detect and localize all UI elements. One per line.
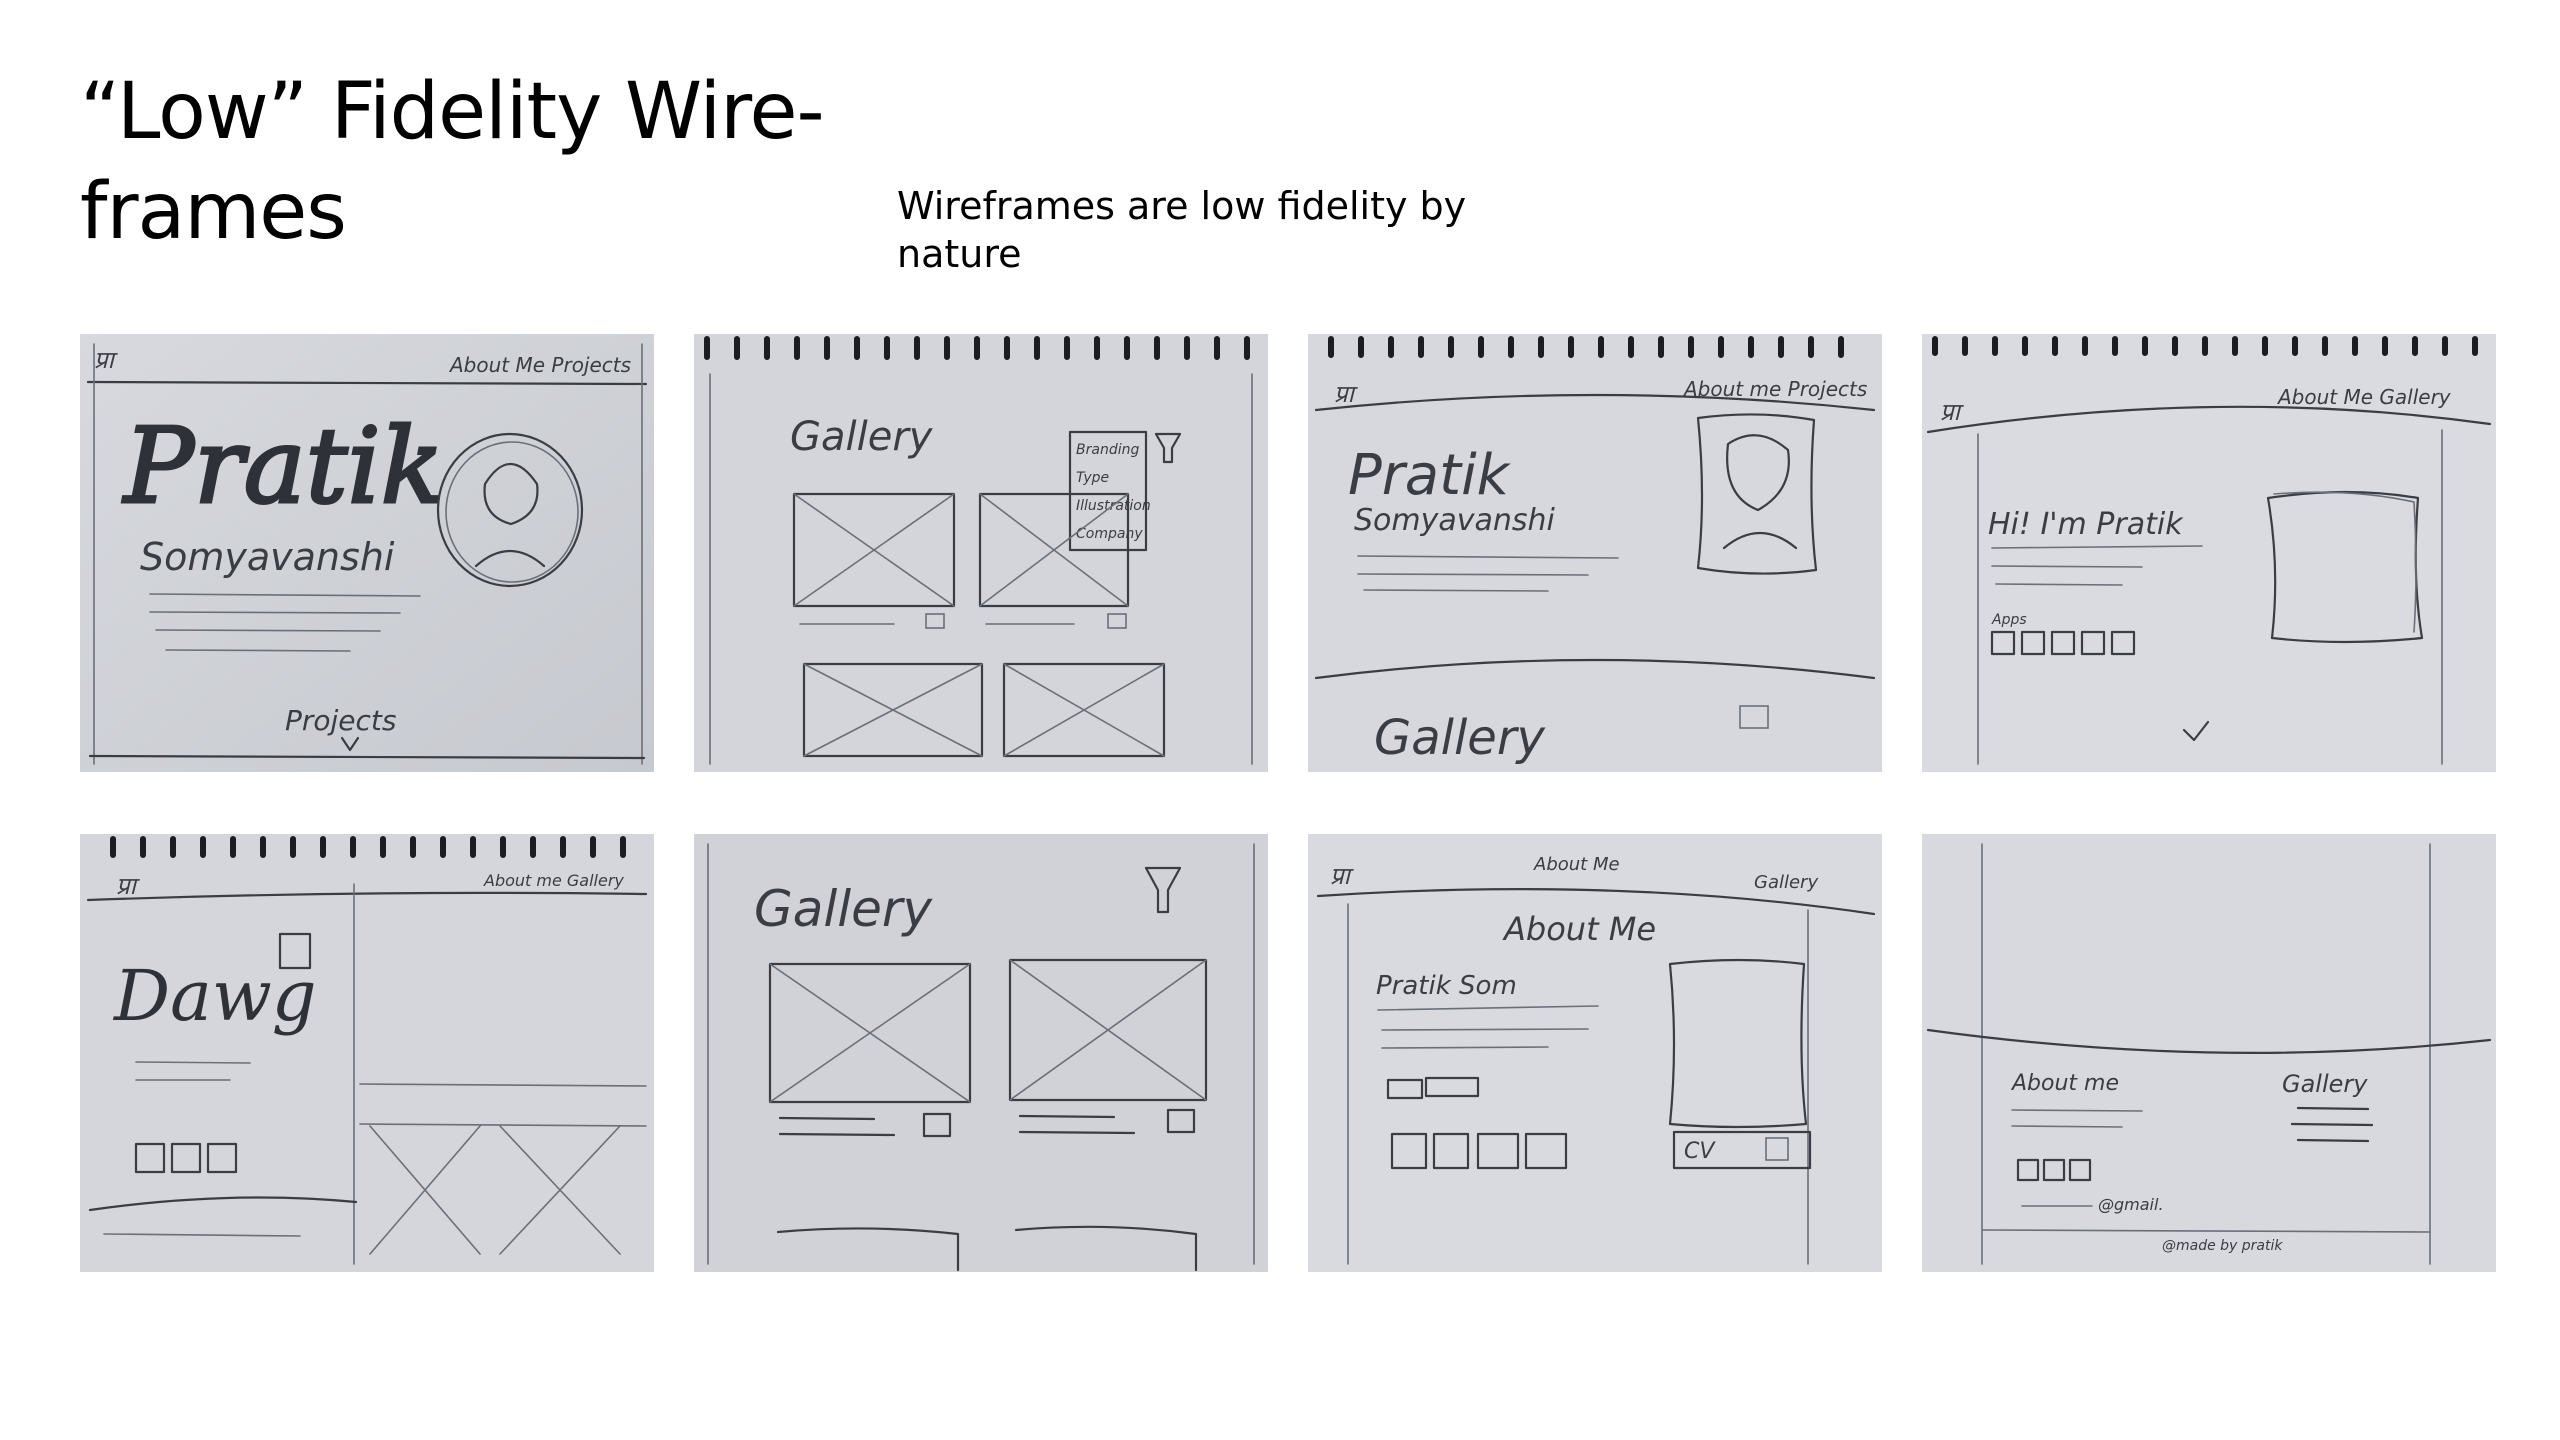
hero-name: Pratik (122, 405, 444, 527)
nav-about: About Me (1533, 854, 1620, 875)
wireframe-sketch-gallery-1: Gallery Branding Type Illustration Compa… (694, 334, 1268, 772)
gallery-heading: Gallery (1374, 710, 1546, 766)
gallery-heading: Gallery (790, 414, 934, 460)
wireframe-sketch-home-2: प्रा About me Projects Pratik Somyavansh… (1308, 334, 1882, 772)
sketch-drawing: Gallery (694, 834, 1268, 1272)
sketch-drawing: प्रा About me Gallery Dawg (80, 834, 654, 1272)
svg-text:Branding: Branding (1076, 442, 1139, 458)
about-heading: About Me (1502, 910, 1656, 948)
footer-email: @gmail. (2098, 1195, 2164, 1214)
wireframe-sketch-about-2: प्रा About Me Gallery About Me Pratik So… (1308, 834, 1882, 1272)
gallery-heading: Gallery (754, 880, 933, 938)
nav-links: About Me Gallery (2276, 385, 2452, 409)
projects-link: Projects (285, 704, 397, 737)
sketch-drawing: प्रा About me Projects Pratik Somyavansh… (1308, 334, 1882, 772)
footer-gallery-heading: Gallery (2282, 1070, 2368, 1098)
wireframe-sketch-footer: About me Gallery @gmail. @made by pratik (1922, 834, 2496, 1272)
svg-text:Company: Company (1076, 526, 1143, 542)
nav-links: About me Projects (1682, 377, 1867, 401)
sketch-drawing: प्रा About Me Projects Pratik Somyavansh… (80, 334, 654, 772)
hero-surname: Somyavanshi (1354, 503, 1556, 538)
nav-links: About Me Projects (448, 353, 631, 377)
hero-surname: Somyavanshi (140, 535, 395, 579)
footer-credit: @made by pratik (2162, 1238, 2283, 1254)
page-subtitle: Wireframes are low fidelity by nature (897, 184, 1467, 276)
about-name: Pratik Som (1376, 971, 1517, 1001)
nav-links: About me Gallery (483, 871, 624, 890)
sketch-drawing: Gallery Branding Type Illustration Compa… (694, 334, 1268, 772)
footer-about-heading: About me (2010, 1071, 2119, 1096)
paper (80, 834, 654, 1272)
cv-label: CV (1684, 1139, 1716, 1164)
paper (1308, 834, 1882, 1272)
greeting: Hi! I'm Pratik (1988, 507, 2184, 542)
sketch-drawing: प्रा About Me Gallery About Me Pratik So… (1308, 834, 1882, 1272)
sketch-drawing: About me Gallery @gmail. @made by pratik (1922, 834, 2496, 1272)
svg-text:Type: Type (1076, 470, 1109, 486)
hero-name: Pratik (1348, 443, 1512, 508)
wireframe-sketch-gallery-2: Gallery (694, 834, 1268, 1272)
apps-label: Apps (1991, 612, 2027, 628)
wireframe-sketch-about-1: प्रा About Me Gallery Hi! I'm Pratik App… (1922, 334, 2496, 772)
wireframe-sketch-home-1: प्रा About Me Projects Pratik Somyavansh… (80, 334, 654, 772)
page-title: “Low” Fidelity Wire-frames (80, 67, 825, 257)
nav-gallery: Gallery (1754, 872, 1818, 893)
wireframe-sketch-project-detail: प्रा About me Gallery Dawg (80, 834, 654, 1272)
sketch-drawing: प्रा About Me Gallery Hi! I'm Pratik App… (1922, 334, 2496, 772)
